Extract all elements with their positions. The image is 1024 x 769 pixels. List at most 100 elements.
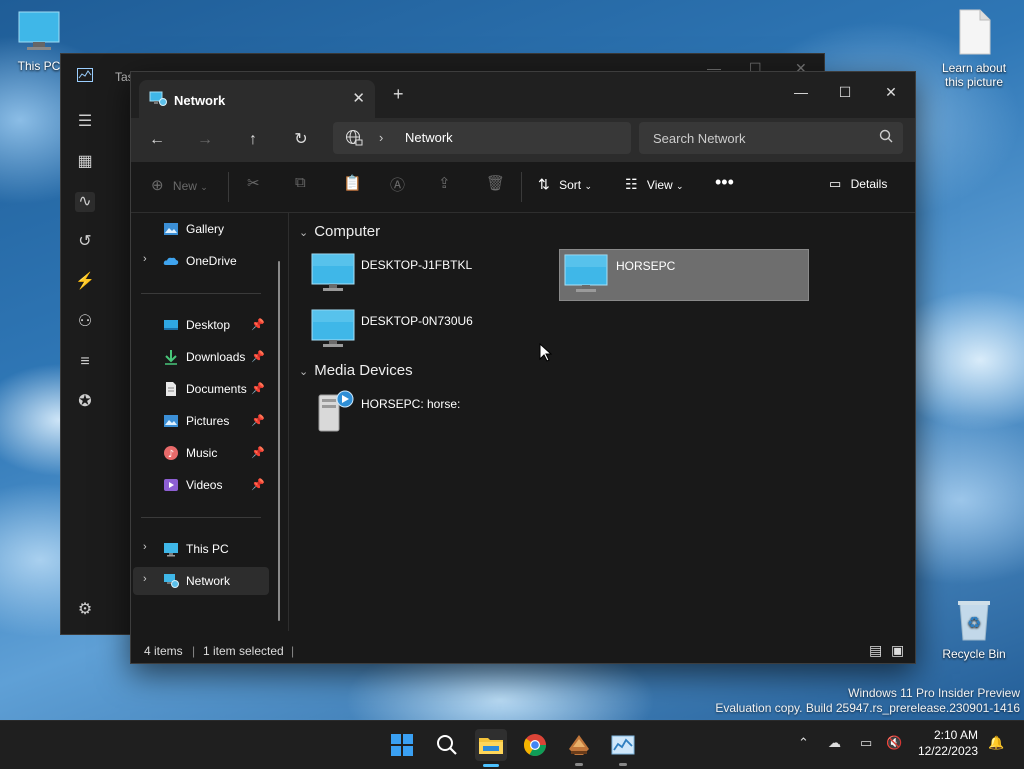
nav-item-downloads[interactable]: Downloads 📌	[133, 343, 269, 371]
pictures-icon	[163, 413, 179, 429]
nav-item-network[interactable]: › Network	[133, 567, 269, 595]
pin-icon[interactable]: 📌	[251, 446, 265, 459]
users-icon[interactable]: ⚇	[75, 312, 95, 332]
view-button[interactable]: ☷ View ⌄	[625, 176, 684, 193]
rename-icon[interactable]: Ⓐ	[390, 174, 405, 195]
nav-item-label: Documents	[186, 382, 247, 396]
copy-icon[interactable]: ⧉	[295, 174, 306, 191]
processes-icon[interactable]: ▦	[75, 152, 95, 172]
watermark-line: Windows 11 Pro Insider Preview	[848, 686, 1020, 700]
network-status-icon[interactable]: ▭	[860, 735, 872, 751]
desktop-icon-learn-about-picture[interactable]: Learn about this picture	[934, 8, 1014, 89]
details-button[interactable]: ▭ Details	[829, 176, 887, 192]
breadcrumb-chevron-icon[interactable]: ›	[379, 130, 383, 145]
up-arrow-icon[interactable]: ↑	[241, 128, 265, 152]
task-manager-taskbar-button[interactable]	[607, 729, 639, 766]
refresh-icon[interactable]: ↻	[289, 128, 313, 152]
sort-button[interactable]: ⇅ Sort ⌄	[538, 176, 592, 193]
volume-muted-icon[interactable]: 🔇	[886, 735, 902, 751]
group-header-computer[interactable]: ⌄ Computer	[299, 223, 380, 240]
pin-icon[interactable]: 📌	[251, 350, 265, 363]
minimize-icon[interactable]: —	[781, 78, 821, 106]
chevron-down-icon: ⌄	[584, 181, 592, 191]
notification-bell-icon[interactable]: 🔔	[988, 735, 1004, 751]
nav-item-label: Network	[186, 574, 231, 588]
network-icon	[149, 91, 167, 112]
show-hidden-icons-chevron-icon[interactable]: ⌃	[798, 735, 809, 751]
details-view-icon[interactable]: ▤	[869, 642, 882, 659]
nav-item-label: Videos	[186, 478, 223, 492]
settings-gear-icon[interactable]: ⚙	[75, 600, 95, 620]
performance-icon[interactable]: ∿	[75, 192, 95, 212]
nav-item-documents[interactable]: Documents 📌	[133, 375, 269, 403]
media-device-item[interactable]: HORSEPC: horse:	[309, 387, 557, 437]
app-taskbar-button[interactable]	[563, 729, 595, 766]
group-header-media-devices[interactable]: ⌄ Media Devices	[299, 362, 413, 379]
desktop-icon-label: Learn about this picture	[941, 61, 1007, 89]
expand-chevron-icon[interactable]: ›	[143, 253, 147, 265]
view-button-label: View	[646, 178, 673, 192]
address-bar[interactable]: › Network	[333, 122, 631, 154]
new-button[interactable]: ⊕ New ⌄	[151, 176, 208, 194]
start-button[interactable]	[386, 729, 418, 761]
pin-icon[interactable]: 📌	[251, 414, 265, 427]
new-tab-icon[interactable]: +	[393, 84, 404, 105]
app-history-icon[interactable]: ↺	[75, 232, 95, 252]
evaluation-watermark: Windows 11 Pro Insider Preview Evaluatio…	[715, 686, 1020, 716]
tiles-view-icon[interactable]: ▣	[891, 642, 904, 659]
network-item[interactable]: DESKTOP-0N730U6	[309, 305, 557, 355]
chrome-taskbar-button[interactable]	[519, 729, 551, 761]
hamburger-menu-icon[interactable]: ☰	[75, 112, 95, 132]
search-icon	[437, 735, 457, 755]
share-icon[interactable]: ⇪	[438, 174, 451, 192]
expand-chevron-icon[interactable]: ›	[143, 541, 147, 553]
nav-item-gallery[interactable]: Gallery	[133, 215, 269, 243]
nav-item-pictures[interactable]: Pictures 📌	[133, 407, 269, 435]
file-explorer-taskbar-button[interactable]	[475, 729, 507, 767]
document-icon	[163, 381, 179, 397]
search-input[interactable]: Search Network	[653, 131, 745, 146]
paste-icon[interactable]: 📋	[343, 174, 362, 192]
collapse-chevron-icon[interactable]: ⌄	[299, 366, 308, 378]
delete-icon[interactable]: 🗑	[486, 174, 505, 192]
close-icon[interactable]: ✕	[871, 78, 911, 106]
search-taskbar-button[interactable]	[431, 729, 463, 761]
nav-item-videos[interactable]: Videos 📌	[133, 471, 269, 499]
file-explorer-window[interactable]: Network ✕ + — ☐ ✕ ← → ↑ ↻ › Network Sear…	[130, 71, 916, 664]
onedrive-offline-icon[interactable]: ☁	[828, 735, 841, 751]
services-icon[interactable]: ✪	[75, 392, 95, 412]
nav-item-onedrive[interactable]: › OneDrive	[133, 247, 269, 275]
expand-chevron-icon[interactable]: ›	[143, 573, 147, 585]
back-arrow-icon[interactable]: ←	[145, 128, 169, 152]
nav-item-this-pc[interactable]: › This PC	[133, 535, 269, 563]
collapse-chevron-icon[interactable]: ⌄	[299, 227, 308, 239]
desktop-icon-recycle-bin[interactable]: ♻ Recycle Bin	[934, 598, 1014, 661]
nav-item-music[interactable]: ♪ Music 📌	[133, 439, 269, 467]
selection-count: 1 item selected	[203, 644, 284, 658]
status-separator: |	[192, 644, 196, 658]
forward-arrow-icon[interactable]: →	[193, 128, 217, 152]
more-options-icon[interactable]: •••	[715, 172, 734, 193]
network-item-selected[interactable]: HORSEPC	[559, 249, 809, 301]
maximize-icon[interactable]: ☐	[825, 78, 865, 106]
system-clock[interactable]: 2:10 AM 12/22/2023	[918, 727, 978, 759]
cut-icon[interactable]: ✂	[247, 174, 260, 192]
nav-item-desktop[interactable]: Desktop 📌	[133, 311, 269, 339]
monitor-icon	[18, 11, 60, 50]
new-button-label: New	[172, 179, 197, 193]
breadcrumb-location[interactable]: Network	[405, 130, 453, 145]
mouse-pointer-icon	[539, 343, 553, 362]
details-list-icon[interactable]: ≡	[75, 352, 95, 372]
nav-scrollbar[interactable]	[278, 261, 280, 621]
pin-icon[interactable]: 📌	[251, 382, 265, 395]
search-box[interactable]: Search Network	[639, 122, 903, 154]
startup-apps-icon[interactable]: ⚡	[75, 272, 95, 292]
group-title: Computer	[314, 223, 381, 240]
network-item[interactable]: DESKTOP-J1FBTKL	[309, 249, 557, 299]
pin-icon[interactable]: 📌	[251, 478, 265, 491]
running-indicator	[619, 763, 627, 766]
tab-close-icon[interactable]: ✕	[352, 89, 365, 107]
tab-network[interactable]: Network ✕	[139, 80, 375, 118]
pin-icon[interactable]: 📌	[251, 318, 265, 331]
nav-item-label: This PC	[186, 542, 229, 556]
